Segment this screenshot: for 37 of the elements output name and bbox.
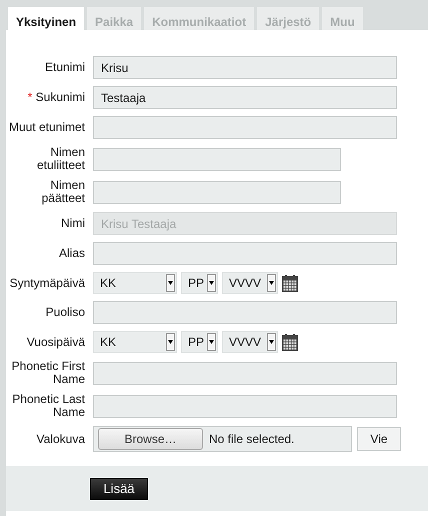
field-label: Syntymäpäivä: [8, 276, 85, 290]
text-field[interactable]: [93, 242, 397, 265]
field-label: Sukunimi: [36, 90, 85, 104]
tab[interactable]: Yksityinen: [8, 7, 84, 30]
text-field[interactable]: [93, 394, 397, 418]
text-field[interactable]: Testaaja: [93, 86, 397, 109]
field-label: Nimen päätteet: [40, 179, 85, 205]
text-field[interactable]: [93, 301, 397, 324]
text-field[interactable]: [93, 362, 397, 384]
field-label: Phonetic First Name: [10, 360, 85, 386]
text-field[interactable]: [93, 116, 397, 139]
field-label: Alias: [58, 247, 85, 260]
field-label: Muut etunimet: [8, 121, 85, 134]
select-field[interactable]: VVVV: [222, 272, 278, 294]
field-label: Etunimi: [44, 61, 85, 74]
field-label: Phonetic Last Name: [11, 393, 85, 419]
calendar-icon[interactable]: [282, 334, 298, 350]
field-label: Puoliso: [44, 306, 85, 319]
file-status: No file selected.: [209, 432, 294, 446]
select-field[interactable]: KK: [93, 272, 177, 294]
field-label: Nimen etuliitteet: [36, 146, 85, 172]
field-label: Valokuva: [36, 432, 85, 446]
required-mark: *: [28, 90, 32, 104]
browse-button[interactable]: Browse…: [98, 428, 203, 450]
field-label: Nimi: [60, 217, 85, 230]
select-field[interactable]: KK: [93, 331, 177, 353]
calendar-icon[interactable]: [282, 274, 298, 292]
file-field[interactable]: Browse… No file selected.: [93, 426, 352, 452]
text-field[interactable]: [93, 180, 341, 204]
select-field[interactable]: PP: [181, 331, 218, 353]
select-field[interactable]: PP: [181, 272, 218, 294]
field-label: Vuosipäivä: [26, 336, 85, 348]
select-field[interactable]: VVVV: [222, 331, 278, 353]
text-field[interactable]: Krisu: [93, 56, 397, 79]
upload-button[interactable]: Vie: [357, 427, 401, 451]
submit-button[interactable]: Lisää: [90, 478, 148, 500]
text-field[interactable]: [93, 148, 341, 170]
